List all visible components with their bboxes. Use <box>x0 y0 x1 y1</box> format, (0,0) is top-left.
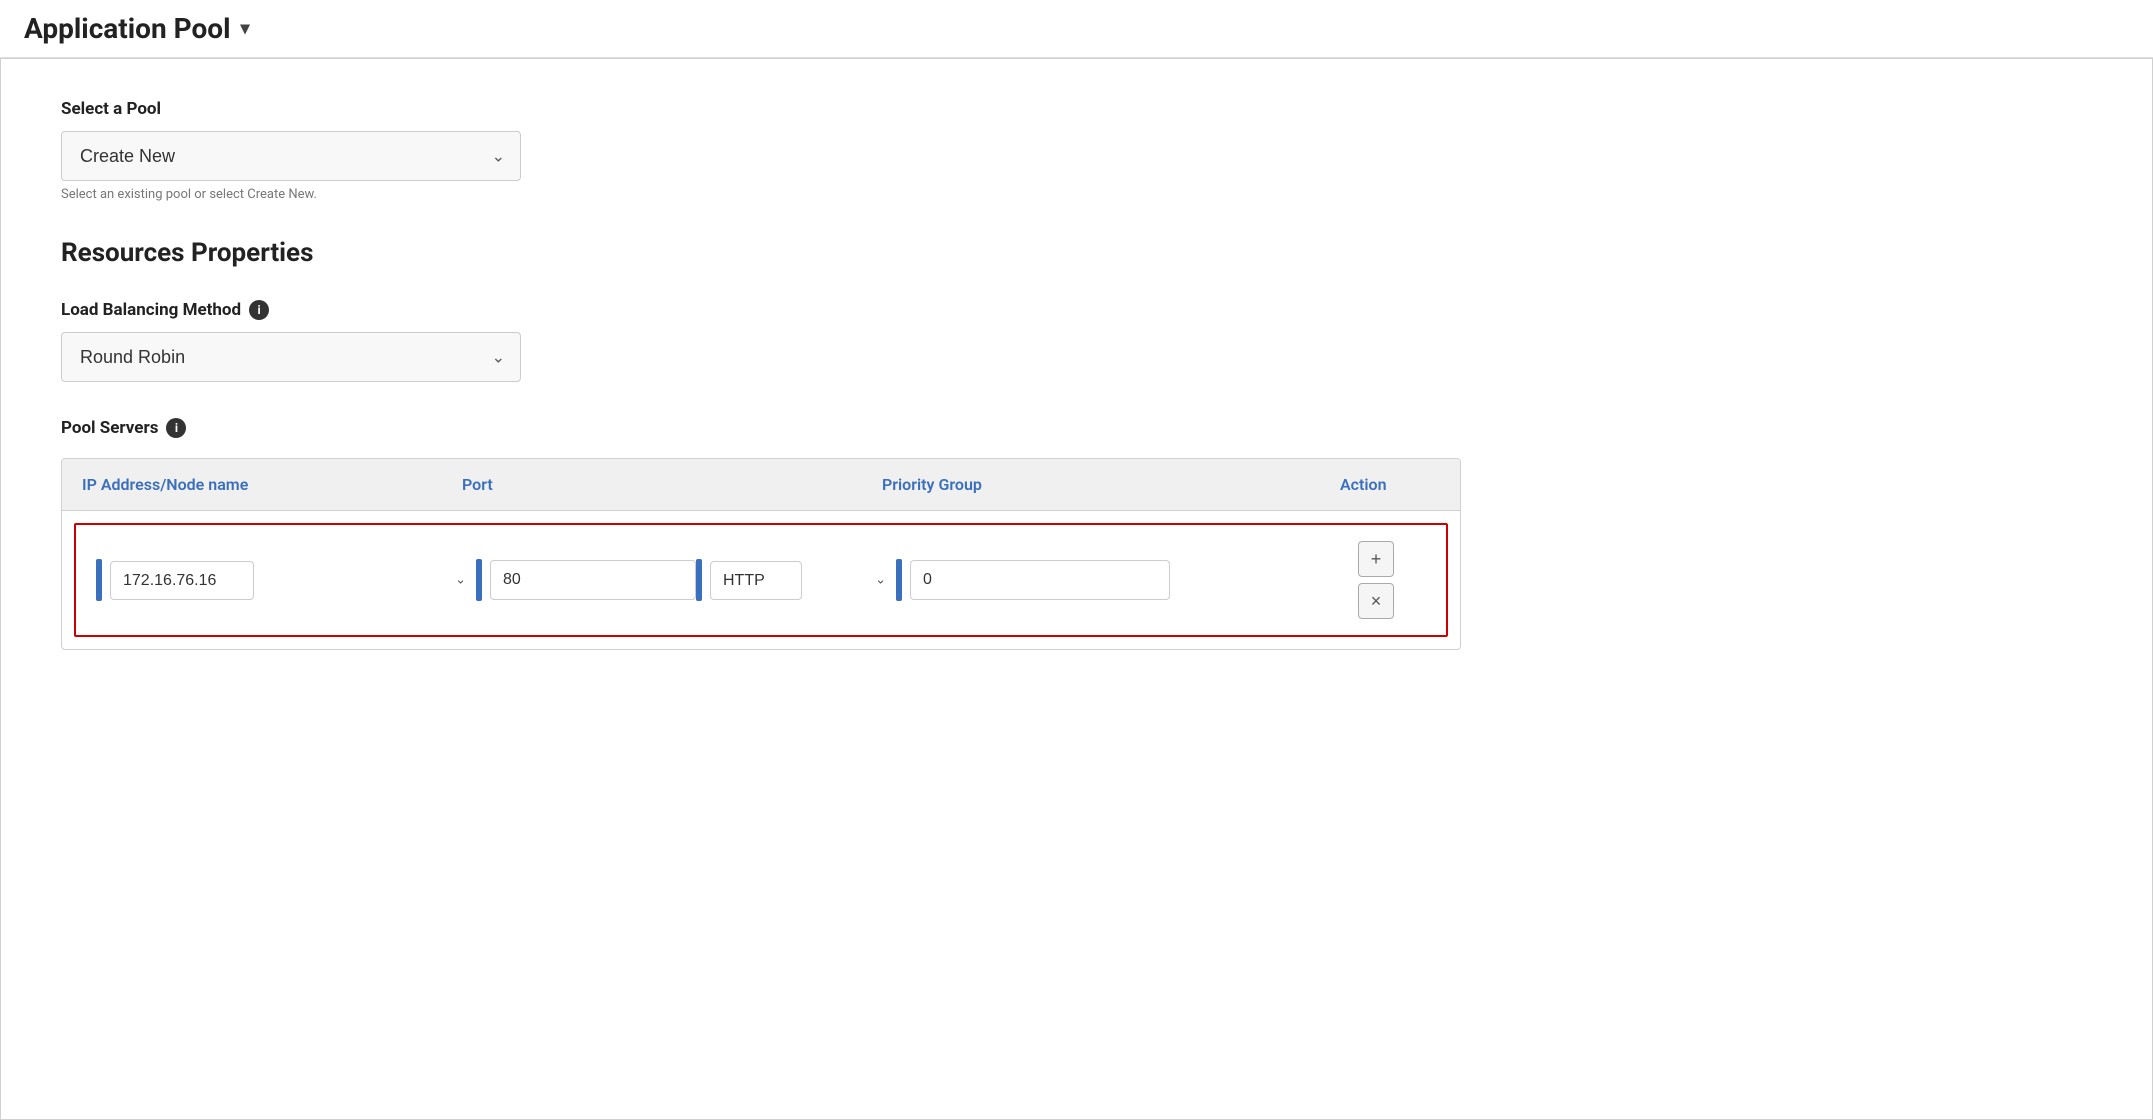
col-protocol <box>682 475 882 494</box>
application-pool-title: Application Pool <box>24 12 231 45</box>
port-cell <box>476 559 696 601</box>
protocol-blue-bar <box>696 559 702 601</box>
plus-icon: + <box>1371 549 1382 570</box>
header: Application Pool ▾ <box>0 0 2153 58</box>
pool-servers-table: IP Address/Node name Port Priority Group… <box>61 458 1461 650</box>
header-title[interactable]: Application Pool ▾ <box>24 12 250 45</box>
protocol-cell: HTTP ⌄ <box>696 559 896 601</box>
table-row: 172.16.76.16 ⌄ <box>74 523 1448 637</box>
priority-group-cell <box>896 559 1326 601</box>
load-balancing-label: Load Balancing Method i <box>61 300 2092 320</box>
times-icon: × <box>1371 591 1382 612</box>
load-balancing-section: Load Balancing Method i Round Robin ⌄ <box>61 300 2092 382</box>
ip-select-wrapper: 172.16.76.16 ⌄ <box>110 561 476 600</box>
priority-group-input[interactable] <box>910 560 1170 600</box>
action-buttons: + × <box>1326 541 1426 619</box>
protocol-chevron-icon: ⌄ <box>875 573 886 588</box>
ip-blue-bar <box>96 559 102 601</box>
main-content: Select a Pool Create New ⌄ Select an exi… <box>0 58 2153 1120</box>
col-priority-group: Priority Group <box>882 475 1340 494</box>
header-chevron-icon: ▾ <box>241 18 250 39</box>
port-input[interactable] <box>490 560 696 600</box>
pool-servers-label: Pool Servers i <box>61 418 2092 438</box>
table-header-row: IP Address/Node name Port Priority Group… <box>62 459 1460 511</box>
select-pool-dropdown[interactable]: Create New <box>61 131 521 181</box>
protocol-select-wrapper: HTTP ⌄ <box>710 561 896 600</box>
ip-address-cell: 172.16.76.16 ⌄ <box>96 559 476 601</box>
select-pool-hint: Select an existing pool or select Create… <box>61 187 2092 202</box>
load-balancing-dropdown[interactable]: Round Robin <box>61 332 521 382</box>
load-balancing-wrapper: Round Robin ⌄ <box>61 332 521 382</box>
select-pool-label: Select a Pool <box>61 99 2092 119</box>
remove-row-button[interactable]: × <box>1358 583 1394 619</box>
pool-servers-section: Pool Servers i IP Address/Node name Port… <box>61 418 2092 650</box>
select-pool-wrapper: Create New ⌄ <box>61 131 521 181</box>
col-ip-address: IP Address/Node name <box>82 475 462 494</box>
pool-servers-info-icon[interactable]: i <box>166 418 186 438</box>
port-blue-bar <box>476 559 482 601</box>
protocol-select[interactable]: HTTP <box>710 561 802 600</box>
load-balancing-info-icon[interactable]: i <box>249 300 269 320</box>
col-port: Port <box>462 475 682 494</box>
ip-chevron-icon: ⌄ <box>455 573 466 588</box>
page-container: Application Pool ▾ Select a Pool Create … <box>0 0 2153 1120</box>
ip-address-select[interactable]: 172.16.76.16 <box>110 561 254 600</box>
select-pool-section: Select a Pool Create New ⌄ Select an exi… <box>61 99 2092 202</box>
resources-properties-heading: Resources Properties <box>61 238 2092 268</box>
add-row-button[interactable]: + <box>1358 541 1394 577</box>
col-action: Action <box>1340 475 1440 494</box>
priority-blue-bar <box>896 559 902 601</box>
